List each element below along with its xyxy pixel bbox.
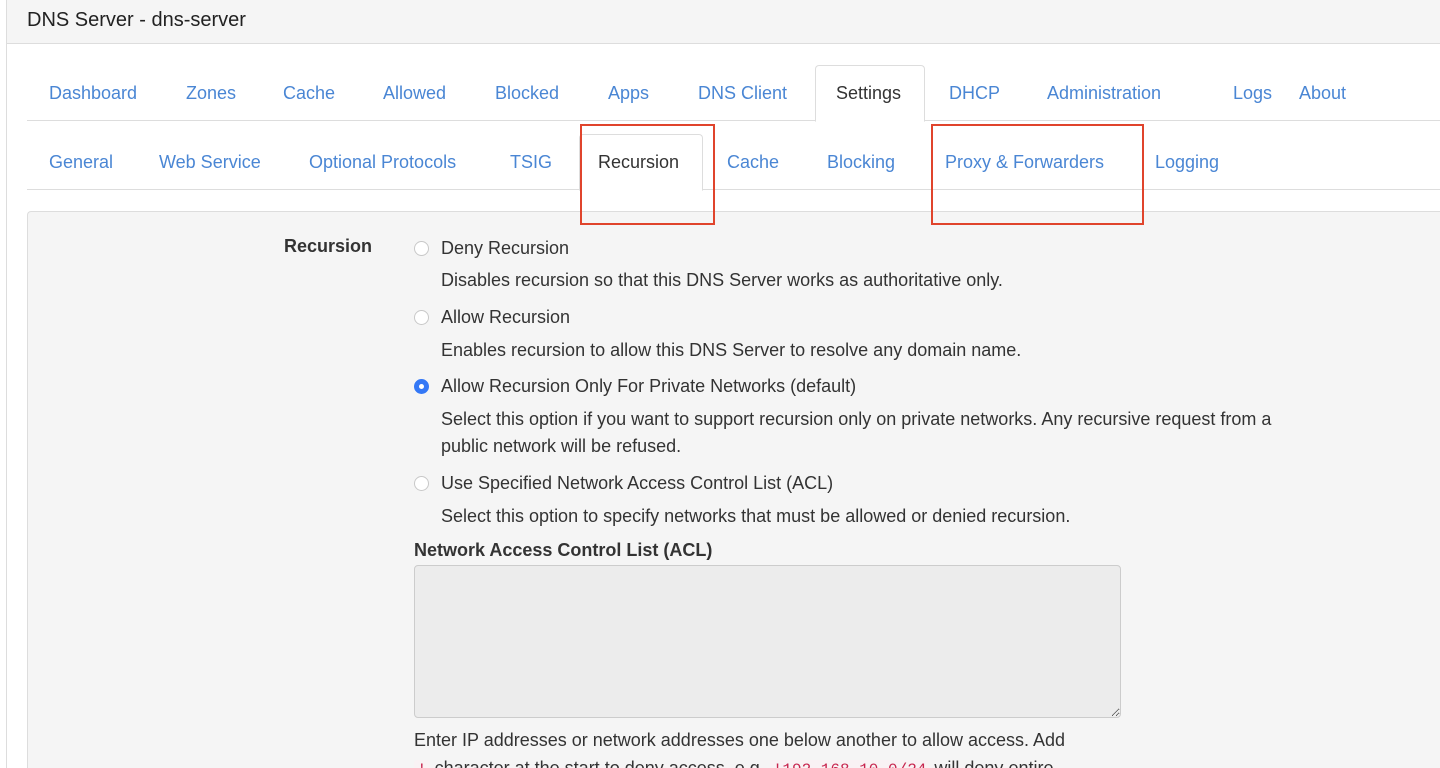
radio-label: Allow Recursion Only For Private Network… (441, 375, 857, 396)
acl-help-mid: character at the start to deny access, e… (429, 758, 770, 768)
subtab-general[interactable]: General (27, 134, 135, 190)
tab-zones[interactable]: Zones (164, 65, 258, 121)
radio-circle[interactable] (414, 309, 429, 325)
radio-label: Allow Recursion (441, 306, 571, 327)
deny-prefix-code: ! (414, 760, 430, 768)
acl-help-line1: Enter IP addresses or network addresses … (414, 730, 1066, 750)
subtab-web-service[interactable]: Web Service (137, 134, 283, 190)
acl-help-text: Enter IP addresses or network addresses … (414, 726, 1174, 768)
recursion-field-label: Recursion (284, 236, 373, 256)
radio-deny-recursion[interactable]: Deny Recursion (414, 236, 569, 260)
title-bar: DNS Server - dns-server (7, 0, 1440, 44)
radio-circle[interactable] (414, 240, 429, 256)
acl-label: Network Access Control List (ACL) (414, 540, 713, 560)
allow-recursion-help: Enables recursion to allow this DNS Serv… (441, 340, 1022, 360)
tab-dns-client[interactable]: DNS Client (676, 65, 809, 121)
subtab-optional-protocols[interactable]: Optional Protocols (287, 134, 478, 190)
radio-circle[interactable] (414, 475, 429, 491)
subtab-blocking[interactable]: Blocking (805, 134, 917, 190)
help-line: public network will be refused. (441, 436, 682, 456)
tab-settings[interactable]: Settings (815, 65, 925, 122)
main-tabs: Dashboard Zones Cache Allowed Blocked Ap… (27, 65, 1440, 122)
private-recursion-help: Select this option if you want to suppor… (441, 406, 1271, 460)
radio-allow-recursion-private[interactable]: Allow Recursion Only For Private Network… (414, 374, 856, 398)
window-title: DNS Server - dns-server (27, 9, 246, 31)
tab-apps[interactable]: Apps (586, 65, 671, 121)
recursion-settings-panel: Recursion Deny Recursion Disables recurs… (27, 211, 1440, 768)
deny-recursion-help: Disables recursion so that this DNS Serv… (441, 270, 1003, 290)
app-window: DNS Server - dns-server Dashboard Zones … (6, 0, 1440, 768)
deny-example-code: !192.168.10.0/24 (769, 760, 930, 768)
tab-dhcp[interactable]: DHCP (927, 65, 1022, 121)
acl-help-suffix: will deny entire (929, 758, 1054, 768)
radio-circle-checked[interactable] (414, 378, 429, 394)
tab-administration[interactable]: Administration (1025, 65, 1183, 121)
tab-blocked[interactable]: Blocked (473, 65, 581, 121)
acl-option-help: Select this option to specify networks t… (441, 506, 1071, 526)
tab-cache[interactable]: Cache (261, 65, 357, 121)
tab-about[interactable]: About (1277, 65, 1368, 121)
radio-label: Use Specified Network Access Control Lis… (441, 472, 834, 493)
radio-use-acl[interactable]: Use Specified Network Access Control Lis… (414, 471, 833, 495)
radio-label: Deny Recursion (441, 237, 570, 258)
subtab-cache[interactable]: Cache (705, 134, 801, 190)
subtab-proxy-forwarders[interactable]: Proxy & Forwarders (923, 134, 1126, 190)
settings-sub-tabs: General Web Service Optional Protocols T… (27, 134, 1440, 191)
subtab-logging[interactable]: Logging (1133, 134, 1241, 190)
radio-allow-recursion[interactable]: Allow Recursion (414, 305, 570, 329)
subtab-recursion[interactable]: Recursion (579, 134, 703, 191)
tab-allowed[interactable]: Allowed (361, 65, 468, 121)
help-line: Select this option if you want to suppor… (441, 409, 1272, 429)
acl-textarea[interactable] (414, 565, 1121, 718)
subtab-tsig[interactable]: TSIG (488, 134, 574, 190)
tab-dashboard[interactable]: Dashboard (27, 65, 159, 121)
